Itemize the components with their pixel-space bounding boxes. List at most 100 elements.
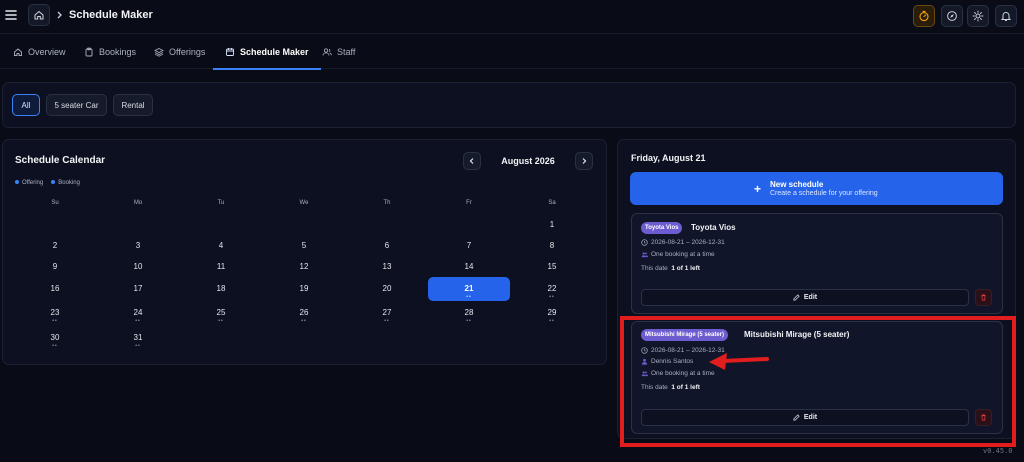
calendar-day[interactable]: 31 [118, 333, 158, 342]
calendar-day[interactable]: 24 [118, 308, 158, 317]
booking-mode-text: One booking at a time [651, 251, 715, 258]
calendar-day[interactable]: 18 [201, 284, 241, 293]
timer-button[interactable] [913, 5, 935, 27]
filter-rental[interactable]: Rental [113, 94, 153, 116]
day-indicator-dots: •• [135, 318, 141, 324]
legend-offering: Offering [15, 180, 43, 186]
tab-overview[interactable]: Overview [11, 35, 68, 69]
top-bar [0, 0, 1024, 34]
legend-label: Booking [58, 180, 80, 186]
tab-label: Staff [337, 47, 356, 57]
day-indicator-dots: •• [384, 318, 390, 324]
compass-button[interactable] [941, 5, 963, 27]
schedule-calendar-card [2, 139, 607, 365]
calendar-day[interactable]: 6 [367, 241, 407, 250]
plus-icon: + [754, 182, 762, 196]
home-button[interactable] [28, 4, 50, 26]
calendar-day[interactable]: 29 [532, 308, 572, 317]
compass-icon [947, 11, 957, 21]
tab-bar: Overview Bookings Offerings Schedule Mak… [0, 35, 1024, 70]
calendar-day[interactable]: 25 [201, 308, 241, 317]
calendar-day[interactable]: 2 [35, 241, 75, 250]
tab-staff[interactable]: Staff [320, 35, 357, 69]
calendar-day[interactable]: 8 [532, 241, 572, 250]
calendar-day[interactable]: 1 [532, 220, 572, 229]
annotation-highlight-box [620, 316, 1016, 447]
tab-offerings[interactable]: Offerings [152, 35, 207, 69]
next-month-button[interactable] [575, 152, 593, 170]
filter-all[interactable]: All [12, 94, 40, 116]
selected-date-heading: Friday, August 21 [631, 153, 706, 163]
edit-label: Edit [803, 294, 818, 301]
theme-button[interactable] [967, 5, 989, 27]
day-indicator-dots: •• [52, 318, 58, 324]
calendar-day[interactable]: 21 [449, 284, 489, 293]
chevron-right-icon [582, 158, 587, 164]
booking-mode: One booking at a time [641, 251, 715, 258]
home-icon [14, 48, 22, 56]
tab-schedule-maker[interactable]: Schedule Maker [213, 35, 321, 70]
chevron-right-icon [56, 9, 64, 21]
availability-label: This date [641, 265, 668, 272]
calendar-day[interactable]: 20 [367, 284, 407, 293]
schedule-name: Toyota Vios [691, 223, 736, 232]
delete-button[interactable] [975, 289, 992, 306]
day-indicator-dots: •• [466, 294, 472, 300]
tab-label: Overview [28, 47, 66, 57]
weekday-header: Sa [548, 200, 556, 206]
calendar-day[interactable]: 5 [284, 241, 324, 250]
sun-icon [972, 10, 984, 22]
calendar-day[interactable]: 12 [284, 262, 324, 271]
calendar-day[interactable]: 22 [532, 284, 572, 293]
calendar-icon [226, 48, 234, 56]
timer-icon [919, 10, 929, 22]
edit-icon [793, 294, 800, 301]
calendar-day[interactable]: 13 [367, 262, 407, 271]
weekday-header: Su [51, 200, 59, 206]
weekday-header: Mo [133, 200, 143, 206]
calendar-day[interactable]: 11 [201, 262, 241, 271]
calendar-day[interactable]: 28 [449, 308, 489, 317]
calendar-day[interactable]: 10 [118, 262, 158, 271]
weekday-header: Th [383, 200, 391, 206]
calendar-day[interactable]: 3 [118, 241, 158, 250]
day-indicator-dots: •• [549, 318, 555, 324]
weekday-header: Fr [466, 200, 472, 206]
legend-label: Offering [22, 180, 44, 186]
dot-icon [15, 180, 19, 185]
tab-label: Schedule Maker [240, 47, 309, 57]
filter-5-seater-car[interactable]: 5 seater Car [46, 94, 107, 116]
calendar-day[interactable]: 19 [284, 284, 324, 293]
calendar-day[interactable]: 30 [35, 333, 75, 342]
day-indicator-dots: •• [549, 294, 555, 300]
availability-value: 1 of 1 left [671, 265, 700, 272]
layers-icon [154, 48, 164, 57]
date-range-text: 2026-08-21 – 2026-12-31 [651, 239, 725, 246]
day-indicator-dots: •• [218, 318, 224, 324]
calendar-day[interactable]: 4 [201, 241, 241, 250]
day-indicator-dots: •• [135, 343, 141, 349]
calendar-day[interactable]: 26 [284, 308, 324, 317]
calendar-day[interactable]: 17 [118, 284, 158, 293]
tab-bookings[interactable]: Bookings [82, 35, 138, 69]
notifications-button[interactable] [995, 5, 1017, 27]
month-label: August 2026 [501, 156, 555, 166]
menu-icon[interactable] [4, 8, 18, 22]
calendar-day[interactable]: 15 [532, 262, 572, 271]
new-schedule-subtitle: Create a schedule for your offering [770, 190, 878, 197]
calendar-day[interactable]: 27 [367, 308, 407, 317]
calendar-day[interactable]: 16 [35, 284, 75, 293]
offering-tag: Toyota Vios [641, 222, 683, 234]
calendar-day[interactable]: 14 [449, 262, 489, 271]
calendar-day[interactable]: 9 [35, 262, 75, 271]
edit-button[interactable]: Edit [641, 289, 969, 306]
weekday-header: Tu [217, 200, 225, 206]
dot-icon [51, 180, 56, 185]
new-schedule-title: New schedule [770, 180, 824, 189]
prev-month-button[interactable] [463, 152, 481, 170]
day-indicator-dots: •• [466, 318, 472, 324]
calendar-day[interactable]: 23 [35, 308, 75, 317]
filter-panel [2, 82, 1016, 128]
weekday-header: We [299, 200, 309, 206]
calendar-day[interactable]: 7 [449, 241, 489, 250]
